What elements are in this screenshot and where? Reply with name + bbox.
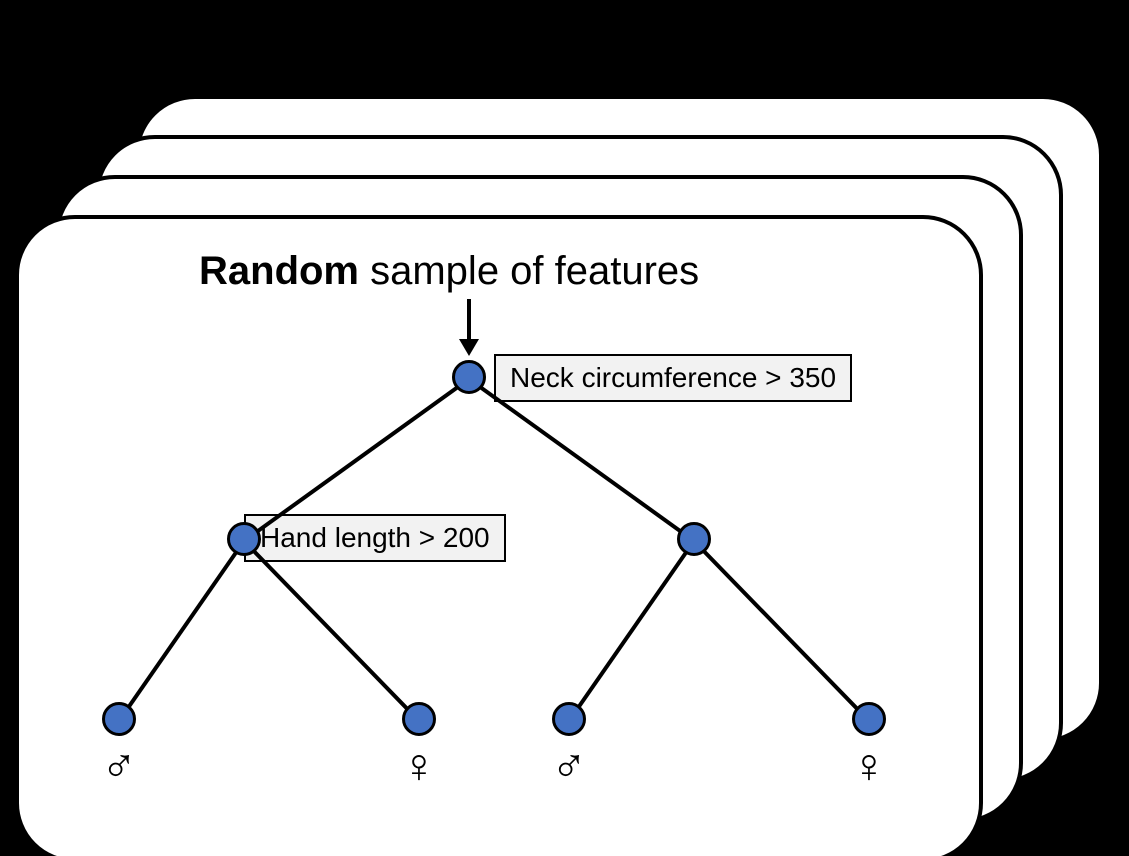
title-rest: sample of features bbox=[359, 249, 699, 293]
edge-right-rr bbox=[693, 540, 871, 723]
node-left bbox=[227, 522, 261, 556]
node-leaf-lr bbox=[402, 702, 436, 736]
arrow-to-root-icon bbox=[449, 294, 489, 364]
left-split-label: Hand length > 200 bbox=[244, 514, 506, 562]
leaf-symbol-ll: ♂ bbox=[101, 739, 137, 794]
root-split-label: Neck circumference > 350 bbox=[494, 354, 852, 402]
edge-right-rl bbox=[567, 540, 695, 722]
diagram-title: Random sample of features bbox=[199, 249, 699, 294]
node-leaf-ll bbox=[102, 702, 136, 736]
leaf-symbol-rl: ♂ bbox=[551, 739, 587, 794]
node-leaf-rl bbox=[552, 702, 586, 736]
title-bold: Random bbox=[199, 249, 359, 293]
node-right bbox=[677, 522, 711, 556]
root-split-text: Neck circumference > 350 bbox=[510, 362, 836, 393]
leaf-symbol-lr: ♀ bbox=[401, 739, 437, 794]
node-leaf-rr bbox=[852, 702, 886, 736]
leaf-symbol-rr: ♀ bbox=[851, 739, 887, 794]
left-split-text: Hand length > 200 bbox=[260, 522, 490, 553]
card-front: Random sample of features Neck circumfer… bbox=[15, 215, 983, 856]
edge-left-lr bbox=[243, 540, 421, 723]
edge-left-ll bbox=[117, 540, 245, 722]
node-root bbox=[452, 360, 486, 394]
